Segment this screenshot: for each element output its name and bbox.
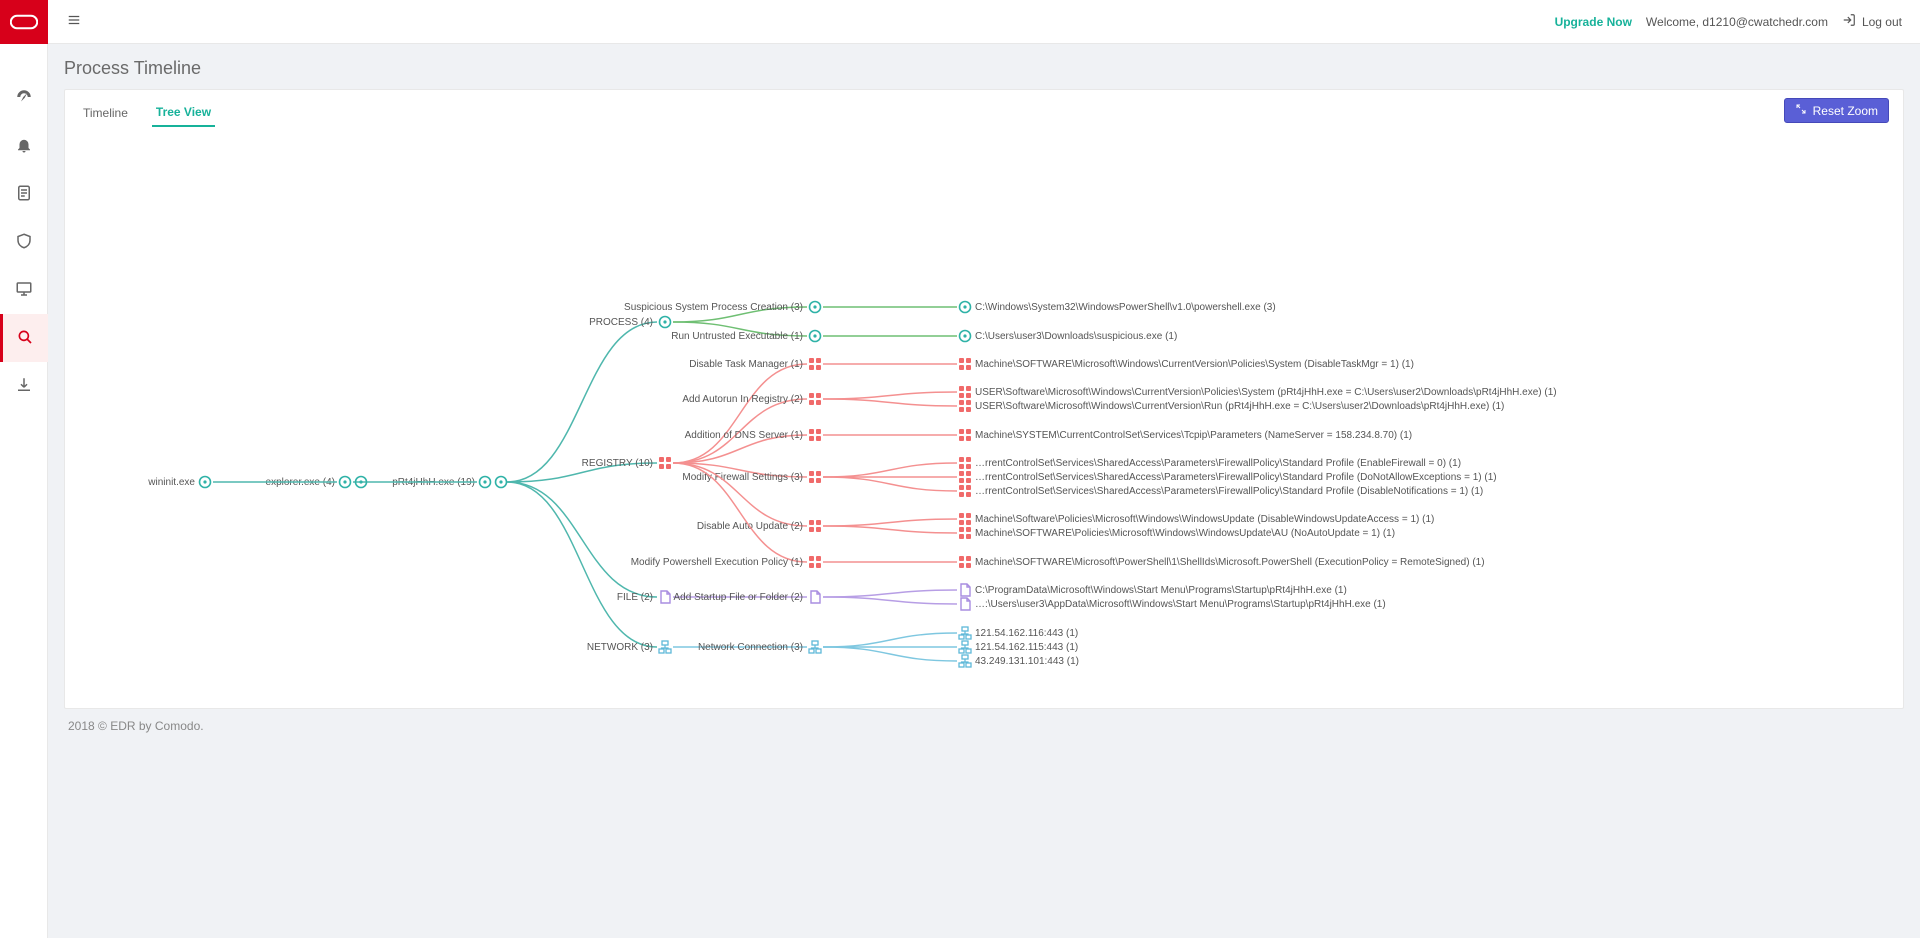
bell-icon	[15, 136, 33, 157]
reset-zoom-label: Reset Zoom	[1813, 104, 1878, 118]
upgrade-link[interactable]: Upgrade Now	[1555, 15, 1632, 29]
menu-toggle-icon[interactable]	[66, 13, 82, 30]
monitor-icon	[15, 280, 33, 301]
logout-link[interactable]: Log out	[1842, 13, 1902, 30]
svg-text:…rrentControlSet\Services\Shar: …rrentControlSet\Services\SharedAccess\P…	[975, 458, 1461, 469]
svg-text:USER\Software\Microsoft\Window: USER\Software\Microsoft\Windows\CurrentV…	[975, 401, 1504, 412]
svg-text:Machine\SOFTWARE\Microsoft\Win: Machine\SOFTWARE\Microsoft\Windows\Curre…	[975, 359, 1414, 370]
footer: 2018 © EDR by Comodo.	[64, 709, 1904, 743]
svg-text:Disable Task Manager (1): Disable Task Manager (1)	[689, 359, 803, 370]
svg-text:Suspicious System Process Crea: Suspicious System Process Creation (3)	[624, 302, 803, 313]
svg-text:Machine\SYSTEM\CurrentControlS: Machine\SYSTEM\CurrentControlSet\Service…	[975, 430, 1412, 441]
nav-investigate[interactable]	[0, 314, 48, 362]
process-tree[interactable]: wininit.exeexplorer.exe (4)pRt4jHhH.exe …	[65, 127, 1903, 708]
svg-text:wininit.exe: wininit.exe	[147, 477, 195, 488]
svg-text:Modify Firewall Settings (3): Modify Firewall Settings (3)	[682, 472, 803, 483]
tab-treeview[interactable]: Tree View	[152, 99, 215, 127]
page-title: Process Timeline	[64, 58, 1904, 79]
svg-text:PROCESS (4): PROCESS (4)	[589, 317, 653, 328]
svg-text:Modify Powershell Execution Po: Modify Powershell Execution Policy (1)	[631, 557, 803, 568]
sidebar	[0, 0, 48, 938]
svg-text:FILE (2): FILE (2)	[617, 592, 653, 603]
logout-icon	[1842, 13, 1856, 30]
content-panel: Timeline Tree View Reset Zoom wininit.ex…	[64, 89, 1904, 709]
nav-dashboard[interactable]	[0, 74, 48, 122]
svg-text:Add Startup File or Folder (2): Add Startup File or Folder (2)	[674, 592, 804, 603]
nav-alerts[interactable]	[0, 122, 48, 170]
dashboard-icon	[15, 88, 33, 109]
svg-text:C:\Users\user3\Downloads\suspi: C:\Users\user3\Downloads\suspicious.exe …	[975, 331, 1177, 342]
svg-text:Add Autorun In Registry (2): Add Autorun In Registry (2)	[682, 394, 803, 405]
tab-timeline[interactable]: Timeline	[79, 100, 132, 126]
nav-endpoints[interactable]	[0, 266, 48, 314]
svg-text:Machine\Software\Policies\Micr: Machine\Software\Policies\Microsoft\Wind…	[975, 514, 1434, 525]
svg-text:…rrentControlSet\Services\Shar: …rrentControlSet\Services\SharedAccess\P…	[975, 472, 1497, 483]
svg-text:USER\Software\Microsoft\Window: USER\Software\Microsoft\Windows\CurrentV…	[975, 387, 1557, 398]
expand-icon	[1795, 103, 1807, 118]
svg-text:Machine\SOFTWARE\Policies\Micr: Machine\SOFTWARE\Policies\Microsoft\Wind…	[975, 528, 1395, 539]
svg-text:Network Connection (3): Network Connection (3)	[698, 642, 803, 653]
shield-icon	[15, 232, 33, 253]
reset-zoom-button[interactable]: Reset Zoom	[1784, 98, 1889, 123]
svg-text:Machine\SOFTWARE\Microsoft\Pow: Machine\SOFTWARE\Microsoft\PowerShell\1\…	[975, 557, 1485, 568]
document-icon	[15, 184, 33, 205]
svg-text:…rrentControlSet\Services\Shar: …rrentControlSet\Services\SharedAccess\P…	[975, 486, 1483, 497]
svg-text:121.54.162.115:443 (1): 121.54.162.115:443 (1)	[975, 642, 1078, 653]
nav-reports[interactable]	[0, 170, 48, 218]
logout-label: Log out	[1862, 15, 1902, 29]
download-icon	[15, 376, 33, 397]
svg-text:REGISTRY (10): REGISTRY (10)	[582, 458, 653, 469]
nav-shield[interactable]	[0, 218, 48, 266]
svg-text:Addition of DNS Server (1): Addition of DNS Server (1)	[685, 430, 803, 441]
svg-text:C:\ProgramData\Microsoft\Windo: C:\ProgramData\Microsoft\Windows\Start M…	[975, 585, 1347, 596]
search-icon	[16, 328, 34, 349]
svg-text:C:\Windows\System32\WindowsPow: C:\Windows\System32\WindowsPowerShell\v1…	[975, 302, 1276, 313]
nav-download[interactable]	[0, 362, 48, 410]
welcome-text: Welcome, d1210@cwatchedr.com	[1646, 15, 1828, 29]
logo	[0, 0, 48, 44]
svg-text:…:\Users\user3\AppData\Microso: …:\Users\user3\AppData\Microsoft\Windows…	[975, 599, 1386, 610]
svg-text:NETWORK (3): NETWORK (3)	[587, 642, 653, 653]
svg-text:43.249.131.101:443 (1): 43.249.131.101:443 (1)	[975, 656, 1079, 667]
topbar: Upgrade Now Welcome, d1210@cwatchedr.com…	[48, 0, 1920, 44]
svg-text:Run Untrusted Executable (1): Run Untrusted Executable (1)	[671, 331, 803, 342]
svg-text:121.54.162.116:443 (1): 121.54.162.116:443 (1)	[975, 628, 1078, 639]
